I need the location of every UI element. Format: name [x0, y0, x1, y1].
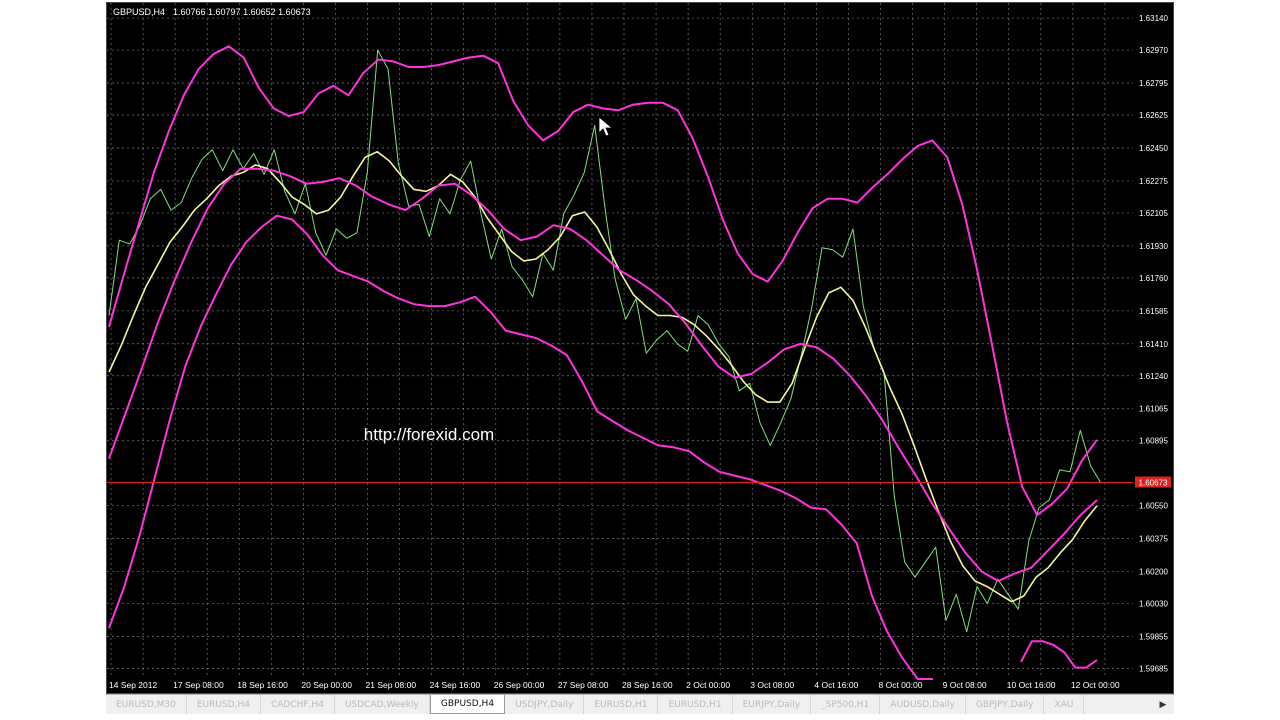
time-axis: 14 Sep 2012 17 Sep 08:00 18 Sep 16:00 20 Se… — [109, 680, 1120, 690]
chart-series — [108, 45, 1102, 680]
price-tick-18: 1.59855 — [1139, 633, 1168, 642]
watermark: http://forexid.com — [364, 425, 494, 444]
symbol-label: GBPUSD,H4 — [113, 7, 165, 17]
chart-tab-bar: EURUSD,M30 EURUSD,H4 CADCHF,H4 USDCAD,We… — [106, 694, 1174, 714]
series-band-lower-right — [1020, 640, 1098, 669]
time-tick-7: 27 Sep 08:00 — [558, 680, 609, 690]
price-tick-0: 1.63140 — [1139, 14, 1168, 23]
tab-eurusd-h1-2[interactable]: EURUSD,H1 — [658, 695, 733, 714]
tab-eurusd-h1[interactable]: EURUSD,H1 — [584, 695, 659, 714]
chart-grid — [107, 3, 1133, 677]
time-tick-10: 3 Oct 08:00 — [750, 680, 794, 690]
time-tick-12: 8 Oct 00:00 — [879, 680, 923, 690]
time-tick-3: 20 Sep 00:00 — [301, 680, 352, 690]
price-tick-15: 1.60375 — [1139, 535, 1168, 544]
price-tick-3: 1.62625 — [1139, 111, 1168, 120]
price-tick-4: 1.62450 — [1139, 144, 1168, 153]
chevron-right-icon[interactable]: ▶ — [1152, 695, 1174, 714]
ohlc-label: 1.60766 1.60797 1.60652 1.60673 — [173, 7, 311, 17]
price-tick-17: 1.60030 — [1139, 600, 1168, 609]
time-tick-15: 12 Oct 00:00 — [1071, 680, 1120, 690]
time-tick-6: 26 Sep 00:00 — [494, 680, 545, 690]
price-tick-13: 1.60895 — [1139, 437, 1168, 446]
current-price-label: 1.60673 — [1139, 479, 1168, 488]
tab-usdjpy-daily[interactable]: USDJPY,Daily — [505, 695, 585, 714]
price-tick-6: 1.62105 — [1139, 209, 1168, 218]
series-band-lower — [108, 214, 933, 680]
price-tick-16: 1.60200 — [1139, 568, 1168, 577]
time-tick-1: 17 Sep 08:00 — [173, 680, 224, 690]
price-tick-19: 1.59685 — [1139, 665, 1168, 674]
price-tick-9: 1.61585 — [1139, 307, 1168, 316]
tab-gbpusd-h4[interactable]: GBPUSD,H4 — [429, 695, 506, 714]
tab-eurjpy-daily[interactable]: EURJPY,Daily — [733, 695, 812, 714]
tab-xau[interactable]: XAU — [1044, 695, 1085, 714]
price-axis: 1.63140 1.62970 1.62795 1.62625 1.62450 1.622… — [1139, 14, 1168, 673]
price-tick-11: 1.61240 — [1139, 372, 1168, 381]
tab-sp500-h1[interactable]: _SP500,H1 — [811, 695, 881, 714]
time-tick-8: 28 Sep 16:00 — [622, 680, 673, 690]
tab-audusd-daily[interactable]: AUDUSD,Daily — [880, 695, 966, 714]
time-tick-2: 18 Sep 16:00 — [237, 680, 288, 690]
price-tick-12: 1.61065 — [1139, 405, 1168, 414]
time-tick-13: 9 Oct 08:00 — [943, 680, 987, 690]
tab-eurusd-h4[interactable]: EURUSD,H4 — [187, 695, 261, 714]
price-tick-8: 1.61760 — [1139, 274, 1168, 283]
price-tick-5: 1.62275 — [1139, 177, 1168, 186]
chart-window[interactable]: 1.63140 1.62970 1.62795 1.62625 1.62450 1.622… — [106, 2, 1174, 694]
price-tick-2: 1.62795 — [1139, 79, 1168, 88]
tab-gbpjpy-daily[interactable]: GBPJPY,Daily — [966, 695, 1045, 714]
series-band-upper — [108, 45, 1098, 517]
price-tick-7: 1.61930 — [1139, 242, 1168, 251]
time-tick-0: 14 Sep 2012 — [109, 680, 157, 690]
price-tick-14: 1.60550 — [1139, 502, 1168, 511]
price-tick-1: 1.62970 — [1139, 46, 1168, 55]
tab-usdcad-weekly[interactable]: USDCAD,Weekly — [335, 695, 430, 714]
price-tick-10: 1.61410 — [1139, 340, 1168, 349]
price-chart[interactable]: 1.63140 1.62970 1.62795 1.62625 1.62450 1.622… — [107, 3, 1173, 693]
time-tick-11: 4 Oct 16:00 — [814, 680, 858, 690]
mouse-cursor-icon — [598, 116, 614, 137]
time-tick-9: 2 Oct 00:00 — [686, 680, 730, 690]
tab-cadchf-h4[interactable]: CADCHF,H4 — [261, 695, 335, 714]
series-moving-average — [108, 150, 1098, 603]
tab-eurusd-m30[interactable]: EURUSD,M30 — [106, 695, 187, 714]
time-tick-14: 10 Oct 16:00 — [1007, 680, 1056, 690]
time-tick-5: 24 Sep 16:00 — [430, 680, 481, 690]
time-tick-4: 21 Sep 08:00 — [366, 680, 417, 690]
